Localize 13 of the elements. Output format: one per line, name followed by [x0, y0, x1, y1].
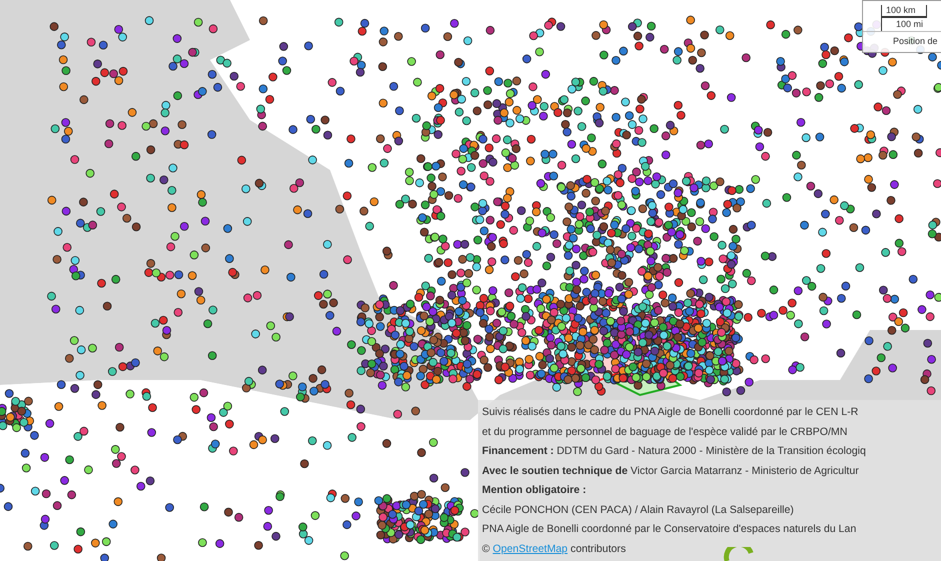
attribution-text: Suivis réalisés dans le cadre du PNA Aigle de Bonelli coordonné par le CEN L-R: [482, 405, 860, 420]
attribution-text: Mention obligatoire :: [482, 483, 588, 498]
attribution-text: et du programme personnel de baguage de l'espèce validé par le CRBPO/MN: [482, 424, 848, 440]
scale-label: 100 km: [881, 5, 927, 18]
attribution-text: Cécile PONCHON (CEN PACA) / Alain Ravayrol (La Salsepareille): [482, 502, 795, 518]
copyright-text: ©: [482, 542, 490, 554]
openstreetmap-link[interactable]: OpenStreetMap: [492, 542, 568, 554]
contributors-text: contributors: [570, 542, 626, 554]
position-label: Position de: [863, 31, 941, 52]
attribution-text: Financement : DDTM du Gard - Natura 2000 - Ministère de la Transition écologiq: [482, 444, 867, 459]
attribution-text: Avec le soutien technique de Victor Garcia Matarranz - Ministerio de Agricultur: [482, 464, 860, 478]
attribution-text: PNA Aigle de Bonelli coordonné par le Conservatoire d'espaces naturels du Lan: [482, 522, 858, 537]
scale-label: 100 mi: [881, 18, 941, 31]
